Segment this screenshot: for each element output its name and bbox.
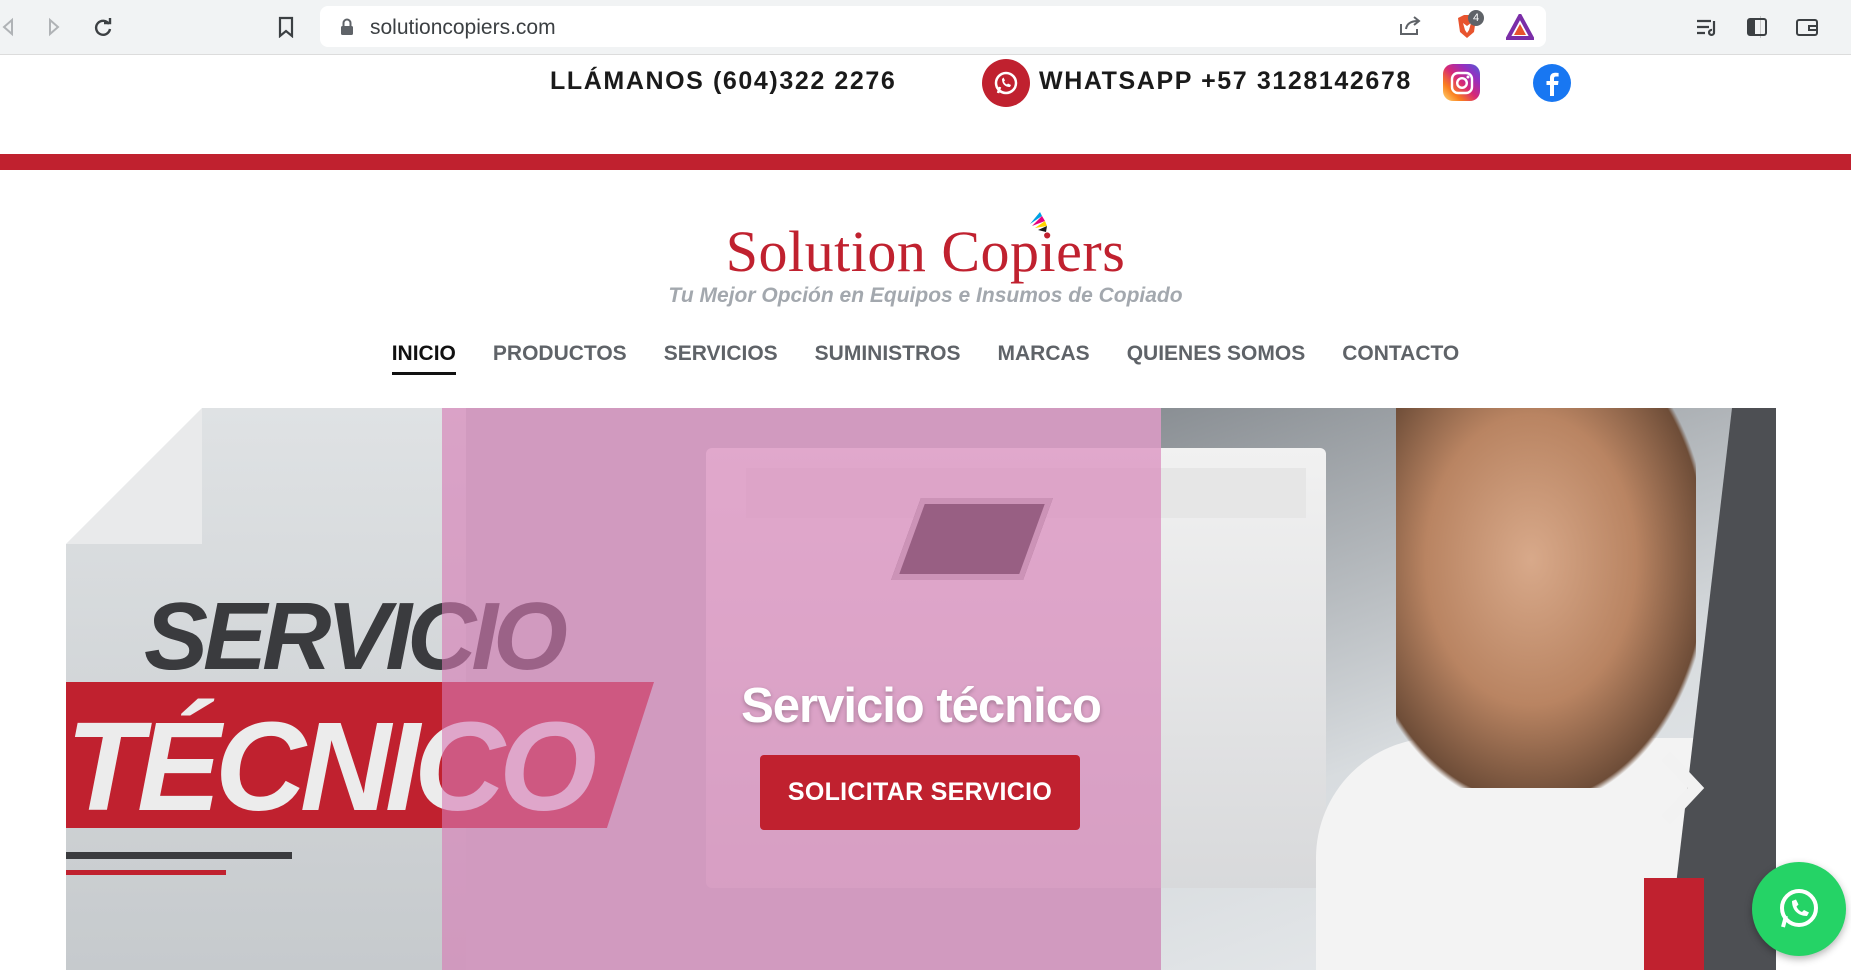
main-nav: INICIO PRODUCTOS SERVICIOS SUMINISTROS M… — [0, 342, 1851, 375]
logo-text: Solution Copiers — [725, 219, 1126, 284]
hero-red-underline — [66, 870, 226, 875]
share-icon[interactable] — [1398, 15, 1422, 42]
reload-icon[interactable] — [88, 12, 118, 42]
forward-icon[interactable] — [38, 12, 68, 42]
chevron-right-icon[interactable] — [1650, 748, 1710, 828]
url-text[interactable]: solutioncopiers.com — [370, 16, 556, 40]
sidebar-icon[interactable] — [1742, 12, 1772, 42]
lock-icon[interactable] — [340, 18, 354, 41]
floating-whatsapp-button[interactable] — [1752, 862, 1846, 956]
whatsapp-icon[interactable] — [982, 59, 1030, 107]
nav-item-marcas[interactable]: MARCAS — [998, 342, 1090, 375]
nav-item-inicio[interactable]: INICIO — [391, 342, 456, 375]
logo-color-mark-icon — [1030, 212, 1047, 232]
solicitar-servicio-button[interactable]: SOLICITAR SERVICIO — [760, 755, 1080, 830]
shield-badge: 4 — [1468, 10, 1484, 26]
brave-shield-icon[interactable]: 4 — [1454, 10, 1484, 47]
hero-dark-underline — [66, 852, 292, 859]
hero-red-accent — [1644, 878, 1704, 970]
nav-item-servicios[interactable]: SERVICIOS — [664, 342, 778, 375]
whatsapp-icon — [1780, 889, 1818, 928]
bookmark-icon[interactable] — [271, 12, 301, 42]
reading-list-icon[interactable] — [1692, 12, 1722, 42]
tagline: Tu Mejor Opción en Equipos e Insumos de … — [668, 284, 1183, 307]
phone-link[interactable]: LLÁMANOS (604)322 2276 — [550, 67, 896, 96]
instagram-icon[interactable] — [1443, 64, 1480, 101]
nav-item-productos[interactable]: PRODUCTOS — [493, 342, 627, 375]
hero-title: Servicio técnico — [741, 679, 1102, 733]
nav-item-quienes-somos[interactable]: QUIENES SOMOS — [1127, 342, 1306, 375]
contact-bar — [0, 55, 1851, 155]
back-icon[interactable] — [0, 12, 24, 42]
brave-rewards-icon[interactable] — [1504, 11, 1536, 45]
wallet-icon[interactable] — [1792, 12, 1822, 42]
hero-slider: SERVICIO TÉCNICO Servicio técnico SOLICI… — [66, 408, 1776, 970]
browser-toolbar: solutioncopiers.com 4 — [0, 0, 1851, 55]
nav-item-contacto[interactable]: CONTACTO — [1342, 342, 1459, 375]
nav-item-suministros[interactable]: SUMINISTROS — [815, 342, 961, 375]
site-logo[interactable]: Solution Copiers — [0, 218, 1851, 285]
address-bar[interactable]: solutioncopiers.com 4 — [320, 6, 1761, 47]
header-divider — [0, 154, 1851, 170]
facebook-icon[interactable] — [1533, 64, 1571, 102]
whatsapp-link[interactable]: WHATSAPP +57 3128142678 — [1039, 67, 1412, 96]
